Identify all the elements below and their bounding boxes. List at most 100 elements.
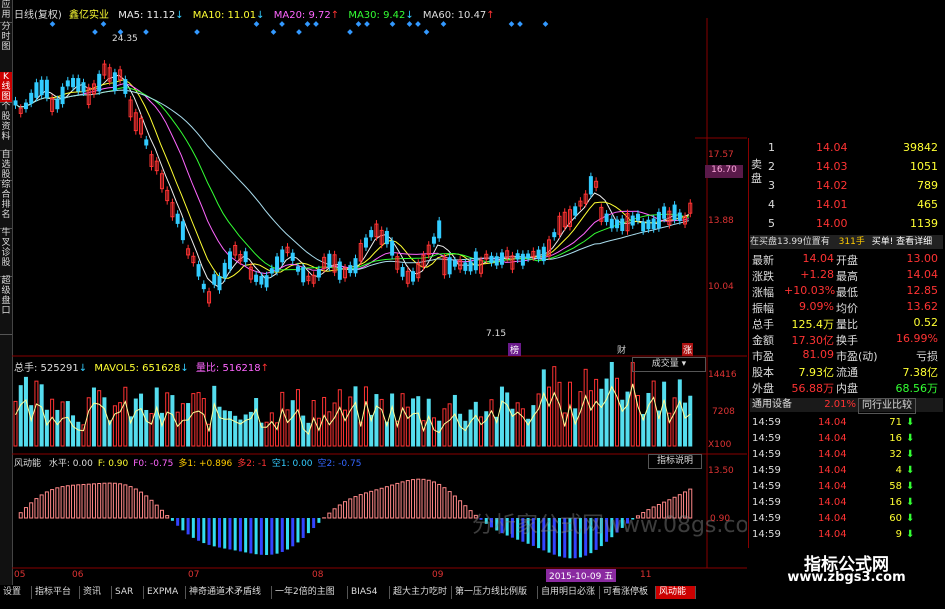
marker-cai[interactable]: 财 bbox=[617, 343, 626, 356]
volume-header: 总手: 525291↓ MAVOL5: 651628↓ 量比: 516218↑ bbox=[14, 363, 270, 374]
bottom-tab-8[interactable]: 超大主力吃时 bbox=[390, 586, 452, 599]
level-index: 5 bbox=[768, 217, 775, 230]
bottom-tab-4[interactable]: EXPMA bbox=[144, 586, 186, 599]
level-index: 4 bbox=[768, 198, 775, 211]
tick-volume: 16 bbox=[889, 497, 902, 508]
tick-time: 14:59 bbox=[752, 465, 781, 476]
stat-label: 总手 bbox=[752, 318, 774, 331]
level-volume: 789 bbox=[917, 179, 938, 192]
stat-value: 亏损 bbox=[916, 350, 938, 363]
indicator-value-5: 空1: 0.00 bbox=[271, 459, 313, 469]
marker-bang[interactable]: 榜 bbox=[508, 343, 522, 356]
level-volume: 1139 bbox=[910, 217, 938, 230]
buy-alert-bar[interactable]: 在买盘13.99位置有 311手 买单! 查看详细 bbox=[750, 235, 943, 249]
bottom-tab-11[interactable]: 可看涨停板 bbox=[600, 586, 656, 599]
left-tab-0[interactable]: 应用 bbox=[0, 0, 12, 23]
x-tick-11: 11 bbox=[640, 570, 652, 580]
stat-value: 7.38亿 bbox=[902, 366, 939, 379]
indicator-value-6: 空2: -0.75 bbox=[317, 459, 362, 469]
stat-value: 0.52 bbox=[913, 316, 939, 329]
bottom-tab-9[interactable]: 第一压力线比例版 bbox=[452, 586, 538, 599]
stat-label: 最高 bbox=[836, 270, 858, 283]
left-tab-1[interactable]: 分时图 bbox=[0, 22, 12, 73]
bottom-tab-12[interactable]: 风动能 bbox=[656, 586, 696, 599]
level-volume: 39842 bbox=[903, 141, 938, 154]
stat-label: 涨幅 bbox=[752, 286, 774, 299]
level-price: 14.03 bbox=[816, 160, 848, 173]
indicator-help-button[interactable]: 指标说明 bbox=[648, 454, 702, 469]
down-arrow-icon: ⬇ bbox=[906, 465, 915, 476]
stat-row: 市盈 81.09 市盈(动) 亏损 bbox=[752, 348, 942, 364]
stat-value: 16.99% bbox=[896, 332, 938, 345]
sector-compare-button[interactable]: 同行业比较 bbox=[858, 398, 916, 414]
tick-row: 14:59 14.04 71 ⬇ bbox=[752, 417, 942, 432]
stat-label: 内盘 bbox=[836, 382, 858, 395]
stat-row: 外盘 56.88万 内盘 68.56万 bbox=[752, 380, 942, 396]
stat-label: 量比 bbox=[836, 318, 858, 331]
tick-price: 14.04 bbox=[818, 497, 847, 508]
stat-value: +1.28 bbox=[800, 268, 834, 281]
stat-row: 股本 7.93亿 流通 7.38亿 bbox=[752, 364, 942, 380]
bottom-tab-10[interactable]: 自用明日必涨 bbox=[538, 586, 600, 599]
tick-price: 14.04 bbox=[818, 465, 847, 476]
indicator-value-4: 多2: -1 bbox=[237, 459, 267, 469]
sell-level-1[interactable]: 1 14.04 39842 bbox=[752, 141, 942, 157]
left-tab-5[interactable]: 综合排名 bbox=[0, 180, 12, 229]
stat-value: 7.93亿 bbox=[798, 366, 835, 379]
sector-bar[interactable]: 通用设备 2.01% 同行业比较 bbox=[750, 398, 943, 414]
down-arrow-icon: ⬇ bbox=[906, 433, 915, 444]
level-index: 1 bbox=[768, 141, 775, 154]
indicator-value-2: F0: -0.75 bbox=[133, 459, 174, 469]
bottom-tab-5[interactable]: 神奇通道术矛盾线 bbox=[186, 586, 272, 599]
left-tab-6[interactable]: 牛叉诊股 bbox=[0, 228, 12, 277]
tick-time: 14:59 bbox=[752, 417, 781, 428]
sell-level-2[interactable]: 2 14.03 1051 bbox=[752, 160, 942, 176]
tick-row: 14:59 14.04 4 ⬇ bbox=[752, 465, 942, 480]
sell-level-3[interactable]: 3 14.02 789 bbox=[752, 179, 942, 195]
bottom-tab-0[interactable]: 设置 bbox=[0, 586, 32, 599]
stat-label: 市盈 bbox=[752, 350, 774, 363]
high-price-label: 24.35 bbox=[112, 34, 138, 44]
x-tick-09: 09 bbox=[432, 570, 444, 580]
stat-label: 最低 bbox=[836, 286, 858, 299]
stat-label: 涨跌 bbox=[752, 270, 774, 283]
bottom-tab-7[interactable]: BIAS4 bbox=[348, 586, 390, 599]
level-volume: 465 bbox=[917, 198, 938, 211]
marker-zhang[interactable]: 涨 bbox=[682, 343, 694, 356]
tick-price: 14.04 bbox=[818, 449, 847, 460]
left-tab-7[interactable]: 超级盘口 bbox=[0, 276, 12, 335]
bottom-tab-1[interactable]: 指标平台 bbox=[32, 586, 80, 599]
stat-value: 68.56万 bbox=[895, 382, 939, 395]
tick-price: 14.04 bbox=[818, 529, 847, 540]
level-price: 14.01 bbox=[816, 198, 848, 211]
left-tab-4[interactable]: 自选股 bbox=[0, 150, 12, 181]
down-arrow-icon: ⬇ bbox=[906, 513, 915, 524]
left-tab-3[interactable]: 个股资料 bbox=[0, 102, 12, 151]
level-index: 2 bbox=[768, 160, 775, 173]
tick-volume: 4 bbox=[895, 465, 902, 476]
left-tab-2[interactable]: K线图 bbox=[0, 72, 12, 103]
stat-row: 最新 14.04 开盘 13.00 bbox=[752, 252, 942, 268]
stat-label: 振幅 bbox=[752, 302, 774, 315]
tick-row: 14:59 14.04 9 ⬇ bbox=[752, 529, 942, 544]
stat-value: 9.09% bbox=[799, 300, 834, 313]
tick-row: 14:59 14.04 32 ⬇ bbox=[752, 449, 942, 464]
price-scale-1: 17.57 bbox=[708, 150, 734, 160]
date-badge: 2015-10-09 五 bbox=[546, 569, 617, 582]
brand-url: www.zbgs3.com bbox=[787, 570, 906, 585]
kline-chart[interactable]: 分析家公式网www.08gs.com bbox=[12, 18, 747, 586]
down-arrow-icon: ⬇ bbox=[906, 497, 915, 508]
down-arrow-icon: ⬇ bbox=[906, 481, 915, 492]
stat-label: 股本 bbox=[752, 366, 774, 379]
volume-tab[interactable]: 成交量 ▾ bbox=[632, 357, 706, 372]
tick-volume: 32 bbox=[889, 449, 902, 460]
bottom-tab-6[interactable]: 一年2倍的主图 bbox=[272, 586, 348, 599]
bottom-tab-3[interactable]: SAR bbox=[112, 586, 144, 599]
sell-level-4[interactable]: 4 14.01 465 bbox=[752, 198, 942, 214]
tick-volume: 58 bbox=[889, 481, 902, 492]
tick-price: 14.04 bbox=[818, 417, 847, 428]
sell-level-5[interactable]: 5 14.00 1139 bbox=[752, 217, 942, 233]
stat-row: 涨跌 +1.28 最高 14.04 bbox=[752, 268, 942, 284]
bottom-tab-2[interactable]: 资讯 bbox=[80, 586, 112, 599]
tick-price: 14.04 bbox=[818, 513, 847, 524]
